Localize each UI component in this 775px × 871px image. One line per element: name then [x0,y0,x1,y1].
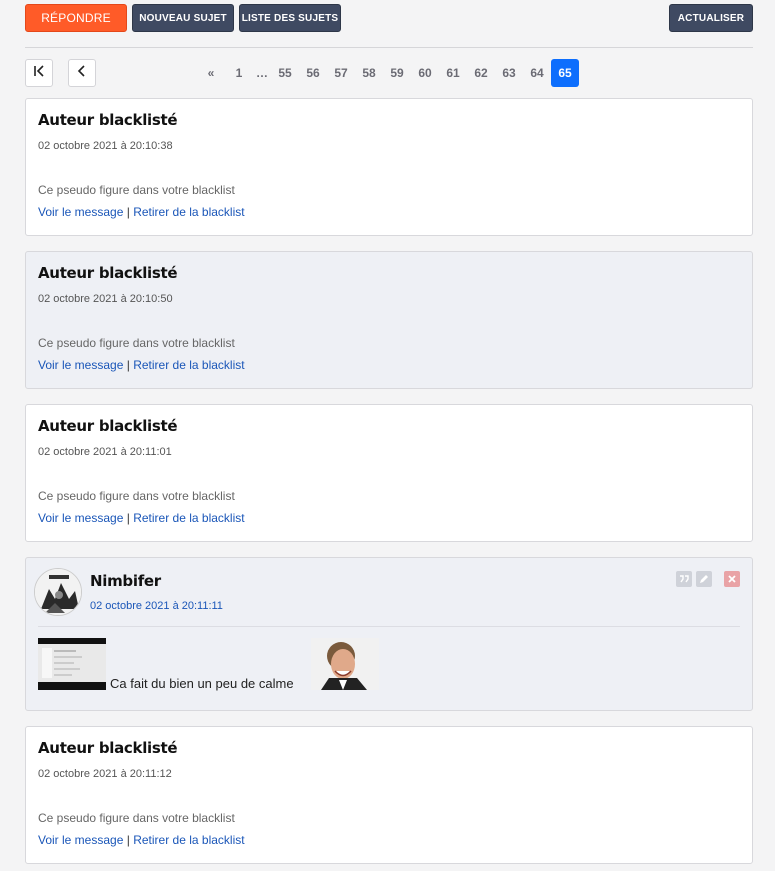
blacklisted-post: Auteur blacklisté 02 octobre 2021 à 20:1… [25,726,753,864]
link-separator: | [126,358,130,372]
edit-icon[interactable] [696,571,712,587]
page-link[interactable]: 64 [523,59,551,87]
refresh-button[interactable]: ACTUALISER [669,4,753,32]
delete-icon[interactable] [724,571,740,587]
remove-blacklist-link[interactable]: Retirer de la blacklist [133,358,244,372]
current-page[interactable]: 65 [551,59,579,87]
topics-list-button[interactable]: LISTE DES SUJETS [239,4,341,32]
message-text: Ca fait du bien un peu de calme [110,676,294,691]
blacklisted-post: Auteur blacklisté 02 octobre 2021 à 20:1… [25,98,753,236]
remove-blacklist-link[interactable]: Retirer de la blacklist [133,833,244,847]
page-link[interactable]: 57 [327,59,355,87]
view-message-link[interactable]: Voir le message [38,358,123,372]
page-link[interactable]: 62 [467,59,495,87]
view-message-link[interactable]: Voir le message [38,511,123,525]
post-links: Voir le message | Retirer de la blacklis… [38,205,245,219]
link-separator: | [126,833,130,847]
page-link[interactable]: 55 [271,59,299,87]
pagination: « 1 … 55 56 57 58 59 60 61 62 63 64 65 [25,59,753,87]
blacklist-note: Ce pseudo figure dans votre blacklist [38,811,235,825]
quote-icon[interactable] [676,571,692,587]
first-pages-marker[interactable]: « [197,59,225,87]
blacklist-note: Ce pseudo figure dans votre blacklist [38,183,235,197]
reply-button[interactable]: RÉPONDRE [25,4,127,32]
post-header-divider [38,626,740,627]
toolbar-divider [25,47,753,48]
chevron-left-icon [76,64,88,82]
toolbar: RÉPONDRE NOUVEAU SUJET LISTE DES SUJETS … [25,4,753,32]
previous-page-button[interactable] [68,59,96,87]
blacklisted-post: Auteur blacklisté 02 octobre 2021 à 20:1… [25,251,753,389]
remove-blacklist-link[interactable]: Retirer de la blacklist [133,511,244,525]
link-separator: | [126,511,130,525]
message-post: Nimbifer 02 octobre 2021 à 20:11:11 Ca f… [25,557,753,711]
page-link[interactable]: 60 [411,59,439,87]
page-link[interactable]: 61 [439,59,467,87]
avatar[interactable] [34,568,82,616]
page-numbers: « 1 … 55 56 57 58 59 60 61 62 63 64 65 [197,59,579,87]
page-link[interactable]: 59 [383,59,411,87]
page-link[interactable]: 58 [355,59,383,87]
page-link[interactable]: 1 [225,59,253,87]
post-links: Voir le message | Retirer de la blacklis… [38,833,245,847]
post-author[interactable]: Nimbifer [90,572,161,590]
screenshot-thumbnail[interactable] [38,638,106,690]
post-author: Auteur blacklisté [38,264,178,282]
pagination-ellipsis: … [256,66,268,80]
sticker-image[interactable] [311,638,379,690]
post-links: Voir le message | Retirer de la blacklis… [38,511,245,525]
post-author: Auteur blacklisté [38,417,178,435]
post-date: 02 octobre 2021 à 20:10:38 [38,140,173,152]
post-links: Voir le message | Retirer de la blacklis… [38,358,245,372]
post-date: 02 octobre 2021 à 20:11:01 [38,446,172,458]
blacklist-note: Ce pseudo figure dans votre blacklist [38,336,235,350]
post-date: 02 octobre 2021 à 20:11:12 [38,768,172,780]
post-date: 02 octobre 2021 à 20:10:50 [38,293,173,305]
post-author: Auteur blacklisté [38,739,178,757]
remove-blacklist-link[interactable]: Retirer de la blacklist [133,205,244,219]
view-message-link[interactable]: Voir le message [38,205,123,219]
blacklist-note: Ce pseudo figure dans votre blacklist [38,489,235,503]
page-link[interactable]: 63 [495,59,523,87]
view-message-link[interactable]: Voir le message [38,833,123,847]
first-page-button[interactable] [25,59,53,87]
first-page-icon [33,64,45,82]
link-separator: | [126,205,130,219]
blacklisted-post: Auteur blacklisté 02 octobre 2021 à 20:1… [25,404,753,542]
post-date[interactable]: 02 octobre 2021 à 20:11:11 [90,600,223,612]
page-link[interactable]: 56 [299,59,327,87]
post-author: Auteur blacklisté [38,111,178,129]
new-topic-button[interactable]: NOUVEAU SUJET [132,4,234,32]
